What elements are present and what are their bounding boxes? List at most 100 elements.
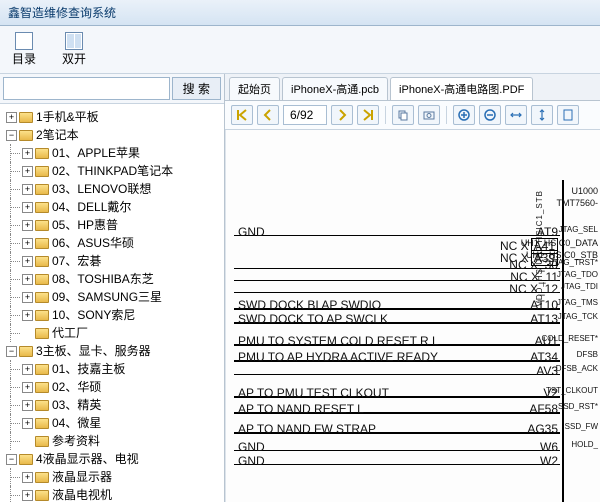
folder-icon — [35, 490, 49, 501]
category-tree[interactable]: +1手机&平板−2笔记本+01、APPLE苹果+02、THINKPAD笔记本+0… — [0, 104, 224, 502]
copy-button[interactable] — [392, 105, 414, 125]
dual-open-icon — [65, 32, 83, 50]
pin-name: HOLD_ — [571, 440, 598, 449]
expander-icon[interactable]: + — [22, 274, 33, 285]
expander-icon[interactable]: + — [22, 490, 33, 501]
net-label-left: PMU TO AP HYDRA ACTIVE READY — [238, 350, 438, 364]
snapshot-button[interactable] — [418, 105, 440, 125]
tree-item[interactable]: +04、DELL戴尔 — [22, 198, 222, 216]
tree-item[interactable]: +1手机&平板 — [6, 108, 222, 126]
tree-item[interactable]: 参考资料 — [22, 432, 222, 450]
tree-item-label: 07、宏碁 — [52, 254, 101, 268]
window-title: 鑫智造维修查询系统 — [8, 6, 116, 20]
tree-item-label: 05、HP惠普 — [52, 218, 118, 232]
tree-item[interactable]: +02、THINKPAD笔记本 — [22, 162, 222, 180]
tree-item[interactable]: +07、宏碁 — [22, 252, 222, 270]
pin-number: AT9 — [537, 225, 558, 239]
fit-page-button[interactable] — [557, 105, 579, 125]
dual-open-button[interactable]: 双开 — [56, 30, 92, 69]
expander-icon[interactable]: − — [6, 130, 17, 141]
search-input[interactable] — [3, 77, 170, 100]
fit-width-button[interactable] — [505, 105, 527, 125]
tree-item[interactable]: +04、微星 — [22, 414, 222, 432]
pin-name: COLD_RESET* — [542, 334, 598, 343]
tree-item[interactable]: −4液晶显示器、电视+液晶显示器+液晶电视机 — [6, 450, 222, 502]
expander-icon[interactable]: + — [22, 184, 33, 195]
pin-name: SSD_FW — [565, 422, 598, 431]
expander-icon[interactable]: + — [22, 292, 33, 303]
expander-icon[interactable]: + — [22, 418, 33, 429]
page-indicator[interactable]: 6/92 — [283, 105, 327, 125]
tree-item[interactable]: +03、LENOVO联想 — [22, 180, 222, 198]
tree-item-label: 4液晶显示器、电视 — [36, 452, 139, 466]
folder-icon — [35, 148, 49, 159]
tree-item[interactable]: −2笔记本+01、APPLE苹果+02、THINKPAD笔记本+03、LENOV… — [6, 126, 222, 342]
expander-icon[interactable]: + — [22, 382, 33, 393]
expander-icon[interactable]: + — [22, 220, 33, 231]
expander-icon[interactable]: + — [6, 112, 17, 123]
net-label-left: GND — [238, 225, 265, 239]
tree-item-label: 08、TOSHIBA东芝 — [52, 272, 154, 286]
net-label-left: GND — [238, 440, 265, 454]
net-label-left: GND — [238, 454, 265, 468]
tree-item[interactable]: +08、TOSHIBA东芝 — [22, 270, 222, 288]
zoom-out-button[interactable] — [479, 105, 501, 125]
tree-item[interactable]: +06、ASUS华硕 — [22, 234, 222, 252]
pin-name: JTAG_TDO — [557, 270, 598, 279]
prev-page-button[interactable] — [257, 105, 279, 125]
folder-icon — [35, 328, 49, 339]
last-page-button[interactable] — [357, 105, 379, 125]
tree-item-label: 1手机&平板 — [36, 110, 99, 124]
tree-item[interactable]: +02、华硕 — [22, 378, 222, 396]
expander-icon[interactable]: + — [22, 238, 33, 249]
pin-name: JTAG_SEL — [559, 225, 598, 234]
schematic-net — [234, 450, 560, 451]
sidebar: 搜 索 +1手机&平板 − 2笔记本 +01、APPLE苹果+02、THINKPAD笔… — [0, 74, 225, 502]
tree-item-label: 液晶显示器 — [52, 470, 112, 484]
tree-item[interactable]: +09、SAMSUNG三星 — [22, 288, 222, 306]
next-page-button[interactable] — [331, 105, 353, 125]
tree-item[interactable]: +05、HP惠普 — [22, 216, 222, 234]
tree-item-label: 03、LENOVO联想 — [52, 182, 151, 196]
expander-icon[interactable]: + — [22, 400, 33, 411]
tree-item[interactable]: +01、技嘉主板 — [22, 360, 222, 378]
tree-item[interactable]: +液晶电视机 — [22, 486, 222, 502]
expander-icon[interactable]: + — [22, 148, 33, 159]
document-tab[interactable]: iPhoneX-高通.pcb — [282, 77, 388, 100]
page-toolbar: 6/92 — [225, 101, 600, 130]
document-tab[interactable]: iPhoneX-高通电路图.PDF — [390, 77, 533, 100]
catalog-button[interactable]: 目录 — [6, 30, 42, 69]
folder-icon — [35, 292, 49, 303]
tree-item[interactable]: −3主板、显卡、服务器+01、技嘉主板+02、华硕+03、精英+04、微星参考资… — [6, 342, 222, 450]
fit-height-button[interactable] — [531, 105, 553, 125]
zoom-in-button[interactable] — [453, 105, 475, 125]
schematic-net — [234, 374, 560, 375]
expander-icon[interactable]: + — [22, 166, 33, 177]
net-label-left: SWD DOCK BI AP SWDIO — [238, 298, 381, 312]
schematic-viewport[interactable]: VDD_HS UH0 HSIC1_STB U1000 TMT7560- NC X… — [225, 130, 600, 502]
expander-icon[interactable]: + — [22, 472, 33, 483]
expander-icon[interactable]: − — [6, 454, 17, 465]
document-tab[interactable]: 起始页 — [229, 77, 280, 100]
tree-item[interactable]: +10、SONY索尼 — [22, 306, 222, 324]
folder-icon — [35, 238, 49, 249]
tree-item-label: 06、ASUS华硕 — [52, 236, 134, 250]
tree-item[interactable]: +03、精英 — [22, 396, 222, 414]
expander-icon[interactable]: + — [22, 310, 33, 321]
tree-item[interactable]: + 液晶显示器 — [22, 468, 222, 486]
content-area: 起始页iPhoneX-高通.pcbiPhoneX-高通电路图.PDF 6/92 … — [225, 74, 600, 502]
first-page-button[interactable] — [231, 105, 253, 125]
net-label-left: PMU TO SYSTEM COLD RESET R L — [238, 334, 439, 348]
folder-icon — [35, 400, 49, 411]
tree-item[interactable]: 代工厂 — [22, 324, 222, 342]
folder-icon — [35, 472, 49, 483]
expander-icon[interactable]: + — [22, 256, 33, 267]
tree-item-label: 03、精英 — [52, 398, 101, 412]
tree-item-label: 2笔记本 — [36, 128, 79, 142]
expander-icon[interactable]: + — [22, 202, 33, 213]
search-button[interactable]: 搜 索 — [172, 77, 221, 100]
expander-icon[interactable]: + — [22, 364, 33, 375]
tree-item[interactable]: +01、APPLE苹果 — [22, 144, 222, 162]
expander-icon[interactable]: − — [6, 346, 17, 357]
chip-refdes: U1000 — [571, 186, 598, 196]
